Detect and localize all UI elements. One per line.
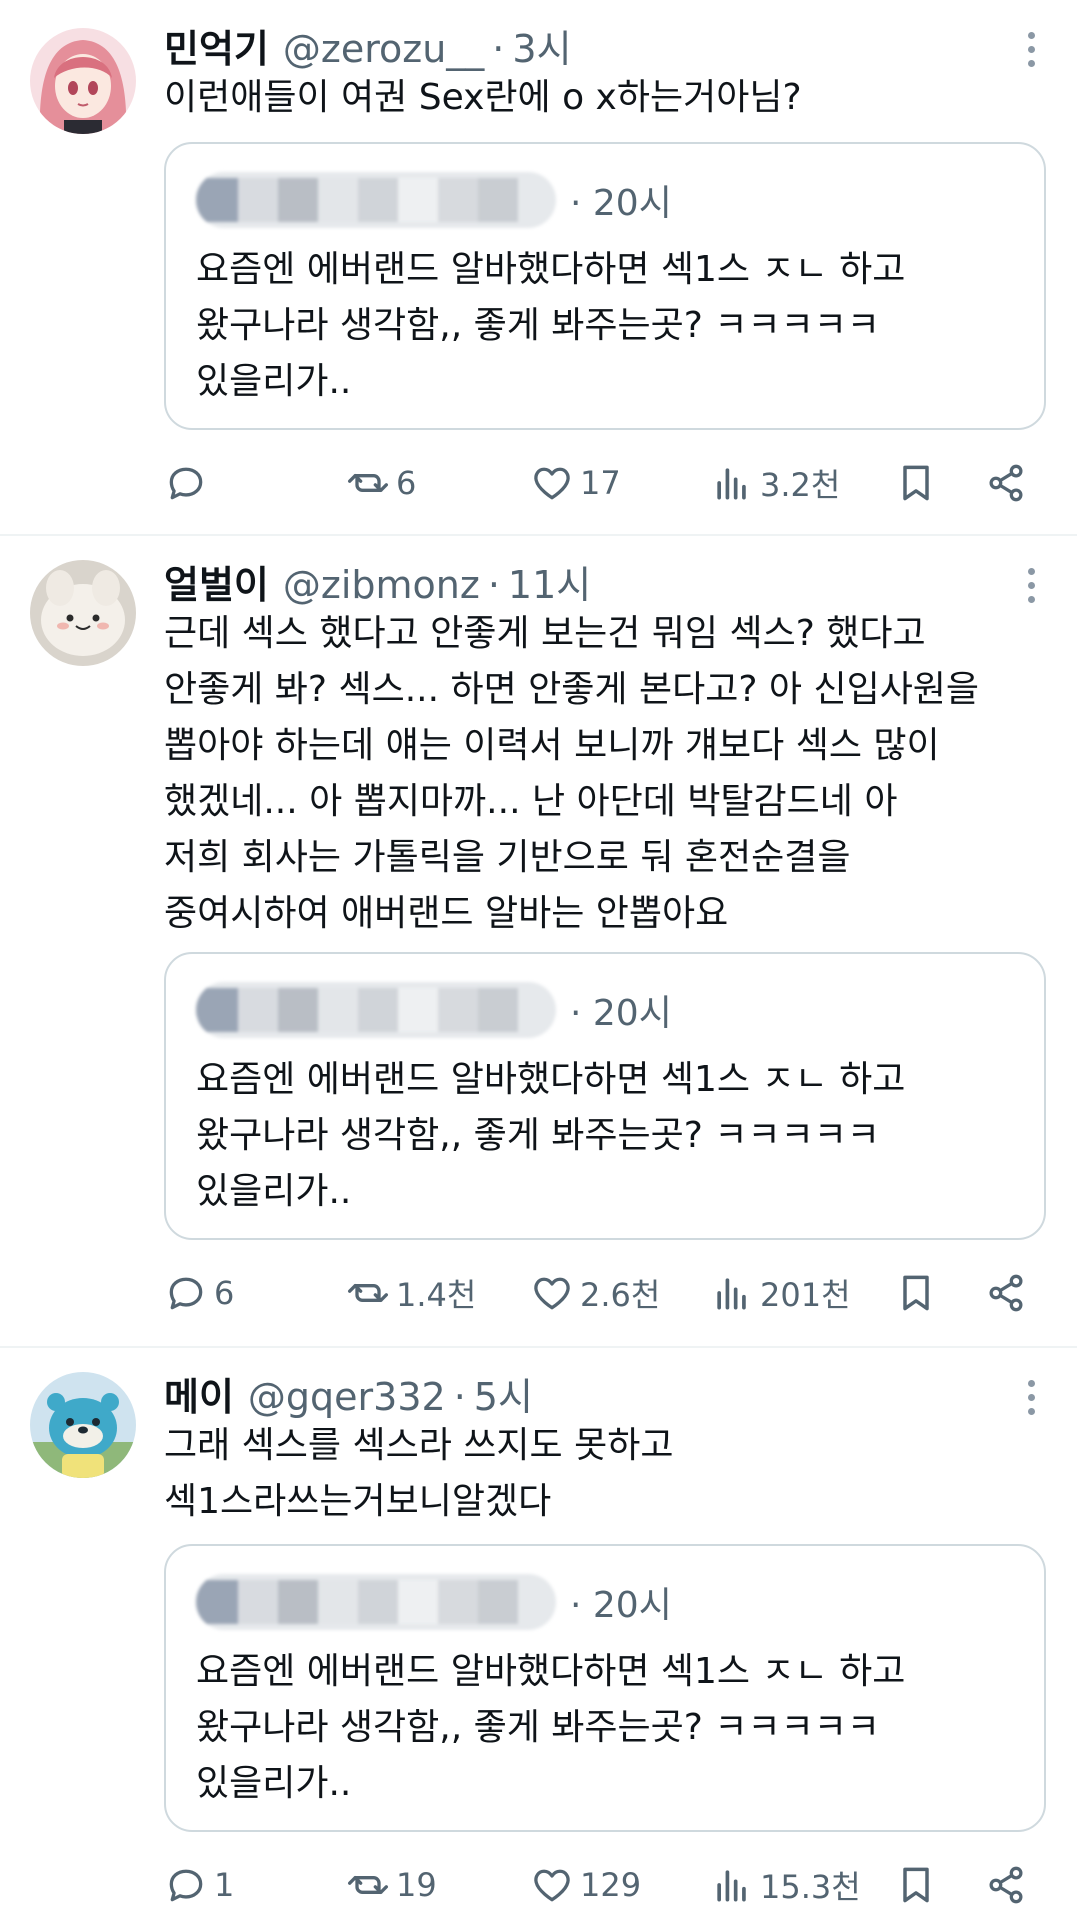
like-icon bbox=[534, 1869, 570, 1902]
retweet-icon bbox=[348, 1284, 388, 1302]
retweet-icon bbox=[348, 1876, 388, 1894]
reply-count: 1 bbox=[214, 1866, 235, 1904]
quoted-text: 요즘엔 에버랜드 알바했다하면 섹1스 ㅈㄴ 하고 왔구나라 생각함,, 좋게 … bbox=[196, 1651, 906, 1804]
quoted-tweet[interactable]: · 20시 요즘엔 에버랜드 알바했다하면 섹1스 ㅈㄴ 하고 왔구나라 생각함… bbox=[164, 142, 1046, 430]
retweet-count: 6 bbox=[396, 464, 417, 502]
reply-icon bbox=[169, 1869, 203, 1902]
timestamp[interactable]: 5시 bbox=[474, 1366, 533, 1421]
action-bar: 6 1.4천 2.6천 201천 bbox=[164, 1268, 1044, 1318]
blurred-author bbox=[196, 1574, 556, 1630]
bookmark-icon bbox=[903, 1867, 929, 1903]
share-button[interactable] bbox=[984, 458, 1034, 508]
like-button[interactable]: 129 bbox=[530, 1860, 641, 1910]
separator-dot: · bbox=[487, 563, 500, 607]
views-button[interactable]: 15.3천 bbox=[710, 1860, 861, 1910]
separator-dot: · bbox=[453, 1375, 466, 1419]
display-name[interactable]: 민억기 bbox=[164, 18, 269, 73]
like-icon bbox=[534, 1277, 570, 1310]
retweet-button[interactable]: 19 bbox=[346, 1860, 437, 1910]
blurred-author bbox=[196, 982, 556, 1038]
reply-icon bbox=[169, 1277, 203, 1310]
avatar[interactable] bbox=[30, 1372, 136, 1478]
views-button[interactable]: 3.2천 bbox=[710, 458, 840, 508]
share-button[interactable] bbox=[984, 1860, 1034, 1910]
bookmark-button[interactable] bbox=[894, 458, 944, 508]
separator-dot: · bbox=[492, 27, 505, 71]
reply-button[interactable]: 6 bbox=[164, 1268, 234, 1318]
timestamp[interactable]: 3시 bbox=[512, 18, 571, 73]
like-count: 129 bbox=[580, 1866, 642, 1904]
tweet-text: 그래 섹스를 섹스라 쓰지도 못하고 섹1스라쓰는거보니알겠다 bbox=[164, 1425, 674, 1522]
like-button[interactable]: 2.6천 bbox=[530, 1268, 660, 1318]
quoted-tweet[interactable]: · 20시 요즘엔 에버랜드 알바했다하면 섹1스 ㅈㄴ 하고 왔구나라 생각함… bbox=[164, 952, 1046, 1240]
display-name[interactable]: 얼벌이 bbox=[164, 554, 269, 609]
user-handle[interactable]: @zerozu__ bbox=[283, 27, 484, 71]
quoted-text: 요즘엔 에버랜드 알바했다하면 섹1스 ㅈㄴ 하고 왔구나라 생각함,, 좋게 … bbox=[196, 249, 906, 402]
bookmark-button[interactable] bbox=[894, 1268, 944, 1318]
retweet-icon bbox=[348, 474, 388, 492]
quoted-timestamp: · 20시 bbox=[570, 183, 672, 224]
like-count: 17 bbox=[580, 464, 621, 502]
action-bar: 1 19 129 15.3천 bbox=[164, 1860, 1044, 1910]
timestamp[interactable]: 11시 bbox=[508, 554, 591, 609]
reply-button[interactable] bbox=[164, 458, 214, 508]
user-handle[interactable]: @zibmonz bbox=[283, 563, 480, 607]
view-count: 15.3천 bbox=[760, 1868, 861, 1906]
tweet-divider bbox=[0, 1346, 1077, 1348]
reply-count: 6 bbox=[214, 1274, 235, 1312]
share-button[interactable] bbox=[984, 1268, 1034, 1318]
bookmark-button[interactable] bbox=[894, 1860, 944, 1910]
bookmark-icon bbox=[903, 465, 929, 501]
tweet-text: 근데 섹스 했다고 안좋게 보는건 뭐임 섹스? 했다고 안좋게 봐? 섹스..… bbox=[164, 613, 980, 934]
share-icon bbox=[989, 464, 1023, 502]
blurred-author bbox=[196, 172, 556, 228]
reply-button[interactable]: 1 bbox=[164, 1860, 234, 1910]
retweet-count: 19 bbox=[396, 1866, 437, 1904]
like-icon bbox=[534, 467, 570, 500]
share-icon bbox=[989, 1274, 1023, 1312]
views-icon bbox=[717, 1278, 746, 1310]
quoted-text: 요즘엔 에버랜드 알바했다하면 섹1스 ㅈㄴ 하고 왔구나라 생각함,, 좋게 … bbox=[196, 1059, 906, 1212]
quoted-tweet[interactable]: · 20시 요즘엔 에버랜드 알바했다하면 섹1스 ㅈㄴ 하고 왔구나라 생각함… bbox=[164, 1544, 1046, 1832]
quoted-timestamp: · 20시 bbox=[570, 993, 672, 1034]
reply-icon bbox=[169, 467, 203, 500]
view-count: 201천 bbox=[760, 1276, 851, 1314]
tweet-text: 이런애들이 여권 Sex란에 o x하는거아님? bbox=[164, 77, 802, 118]
bookmark-icon bbox=[903, 1275, 929, 1311]
avatar[interactable] bbox=[30, 28, 136, 134]
retweet-count: 1.4천 bbox=[396, 1276, 477, 1314]
like-button[interactable]: 17 bbox=[530, 458, 621, 508]
user-handle[interactable]: @gqer332 bbox=[248, 1375, 446, 1419]
retweet-button[interactable]: 6 bbox=[346, 458, 416, 508]
share-icon bbox=[989, 1866, 1023, 1904]
views-icon bbox=[717, 468, 746, 500]
quoted-timestamp: · 20시 bbox=[570, 1585, 672, 1626]
like-count: 2.6천 bbox=[580, 1276, 661, 1314]
tweet-feed: 민억기 @zerozu__ · 3시 이런애들이 여권 Sex란에 o x하는거… bbox=[0, 0, 1077, 1916]
views-icon bbox=[717, 1870, 746, 1902]
retweet-button[interactable]: 1.4천 bbox=[346, 1268, 476, 1318]
avatar[interactable] bbox=[30, 560, 136, 666]
display-name[interactable]: 메이 bbox=[164, 1366, 234, 1421]
action-bar: 6 17 3.2천 bbox=[164, 458, 1044, 508]
tweet-header: 메이 @gqer332 · 5시 bbox=[164, 1366, 533, 1419]
tweet-divider bbox=[0, 534, 1077, 536]
tweet-header: 얼벌이 @zibmonz · 11시 bbox=[164, 554, 591, 607]
views-button[interactable]: 201천 bbox=[710, 1268, 851, 1318]
view-count: 3.2천 bbox=[760, 466, 841, 504]
tweet-header: 민억기 @zerozu__ · 3시 bbox=[164, 18, 572, 71]
